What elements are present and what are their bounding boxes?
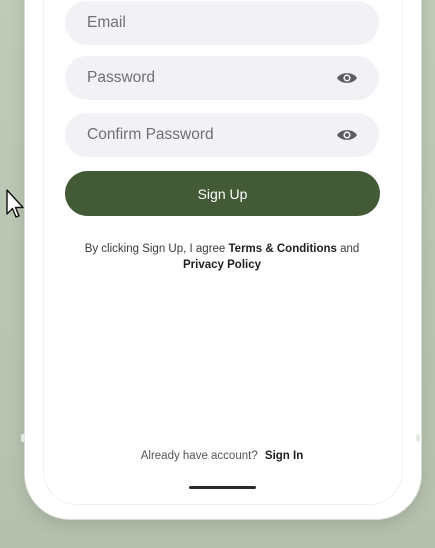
sign-in-link[interactable]: Sign In [265,450,303,462]
phone-side-button-right [416,434,420,442]
already-have-account: Already have account? Sign In [65,450,379,462]
eye-icon[interactable] [336,128,358,142]
confirm-password-field[interactable]: Confirm Password [65,113,379,157]
already-prompt: Already have account? [140,450,258,462]
sign-up-button[interactable]: Sign Up [65,171,380,216]
confirm-password-placeholder: Confirm Password [87,126,214,143]
terms-conditions-link[interactable]: Terms & Conditions [229,243,337,255]
privacy-policy-link[interactable]: Privacy Policy [183,259,261,271]
terms-middle: and [336,243,360,255]
phone-side-button-left [21,434,25,442]
password-field[interactable]: Password [65,56,379,100]
mouse-pointer-icon [6,189,26,219]
email-field[interactable]: Email [65,1,379,45]
eye-icon[interactable] [336,71,358,85]
home-indicator [189,486,256,489]
email-placeholder: Email [87,14,126,31]
password-placeholder: Password [87,69,156,86]
terms-notice: By clicking Sign Up, I agree Terms & Con… [65,241,379,273]
terms-prefix: By clicking Sign Up, I agree [84,243,229,255]
